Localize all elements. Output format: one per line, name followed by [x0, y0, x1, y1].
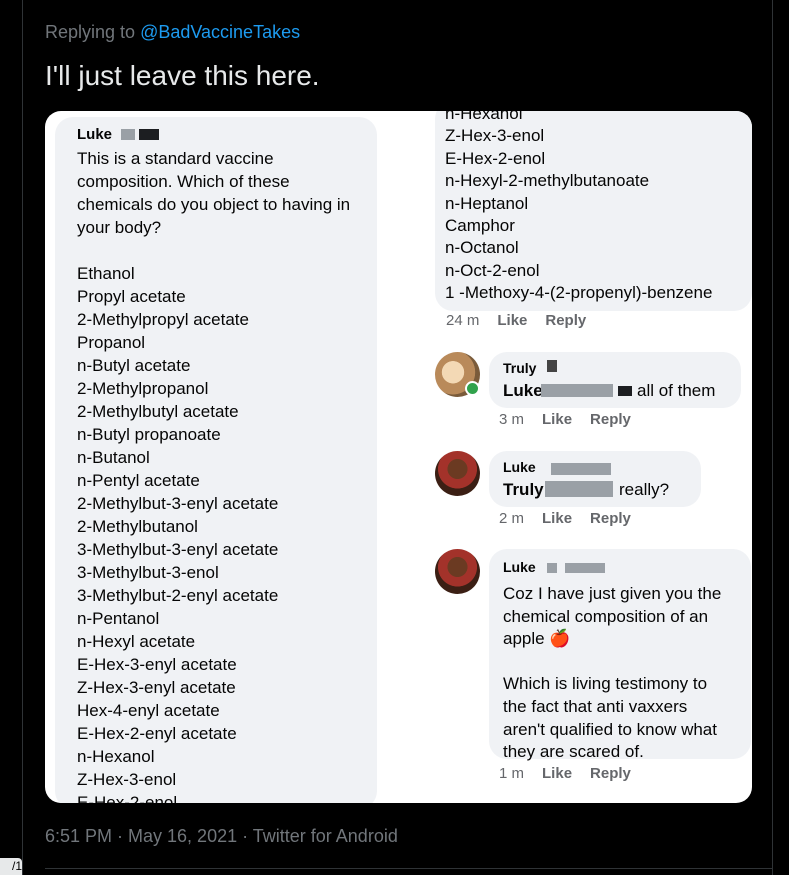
comment-body: This is a standard vaccine composition. … [77, 149, 351, 803]
tweet-timestamp[interactable]: 6:51 PM · May 16, 2021 · Twitter for And… [45, 826, 398, 847]
column-border-right [772, 0, 773, 875]
reply-mention: Truly [503, 480, 544, 499]
reply-link[interactable]: Reply [590, 765, 631, 782]
like-link[interactable]: Like [542, 765, 572, 782]
reply-bubble: Luke Truly really? [489, 451, 701, 507]
reply-time: 1 m [499, 765, 525, 782]
redaction [547, 360, 557, 372]
reply-bubble: Truly Luke all of them [489, 352, 741, 408]
replying-handle-link[interactable]: @BadVaccineTakes [140, 22, 300, 42]
like-link[interactable]: Like [497, 312, 527, 329]
reply-time: 2 m [499, 510, 525, 527]
tweet-text: I'll just leave this here. [45, 60, 320, 91]
comment-bubble-continued: n-Hexanol Z-Hex-3-enol E-Hex-2-enol n-He… [435, 111, 752, 311]
redaction [551, 463, 611, 475]
redaction [545, 481, 613, 497]
avatar[interactable] [435, 549, 480, 594]
edge-chip: /1 [0, 858, 22, 875]
reply-mention: Luke [503, 381, 543, 400]
reply-author: Luke [503, 459, 536, 475]
reply-author: Luke [503, 559, 536, 575]
comment-author: Luke [77, 126, 113, 143]
redaction [121, 129, 135, 140]
reply-text: all of them [637, 381, 716, 400]
tweet-media-image[interactable]: Luke This is a standard vaccine composit… [45, 111, 752, 803]
redaction [547, 563, 557, 573]
column-border-left [22, 0, 23, 875]
replying-prefix: Replying to [45, 22, 141, 42]
comment-meta: 24 m Like Reply [446, 312, 586, 329]
like-link[interactable]: Like [542, 510, 572, 527]
replying-to: Replying to @BadVaccineTakes [45, 22, 300, 43]
reply-link[interactable]: Reply [590, 510, 631, 527]
redaction [139, 129, 159, 140]
divider [45, 868, 772, 869]
redaction [565, 563, 605, 573]
reply-bubble: Luke Coz I have just given you the chemi… [489, 549, 751, 761]
reply-author: Truly [503, 360, 537, 376]
avatar[interactable] [435, 451, 480, 496]
reply-link[interactable]: Reply [590, 411, 631, 428]
reply-text: really? [619, 480, 670, 499]
redaction [618, 386, 632, 396]
reply-body: Coz I have just given you the chemical c… [503, 584, 722, 762]
chemical-list: n-Hexanol Z-Hex-3-enol E-Hex-2-enol n-He… [445, 111, 713, 303]
reply-meta: 1 m Like Reply [499, 765, 631, 782]
reply-time: 3 m [499, 411, 525, 428]
redaction [541, 384, 613, 397]
online-indicator [465, 381, 480, 396]
comment-bubble-main: Luke This is a standard vaccine composit… [55, 117, 377, 803]
reply-meta: 3 m Like Reply [499, 411, 631, 428]
reply-link[interactable]: Reply [545, 312, 586, 329]
comment-time: 24 m [446, 312, 480, 329]
reply-meta: 2 m Like Reply [499, 510, 631, 527]
like-link[interactable]: Like [542, 411, 572, 428]
